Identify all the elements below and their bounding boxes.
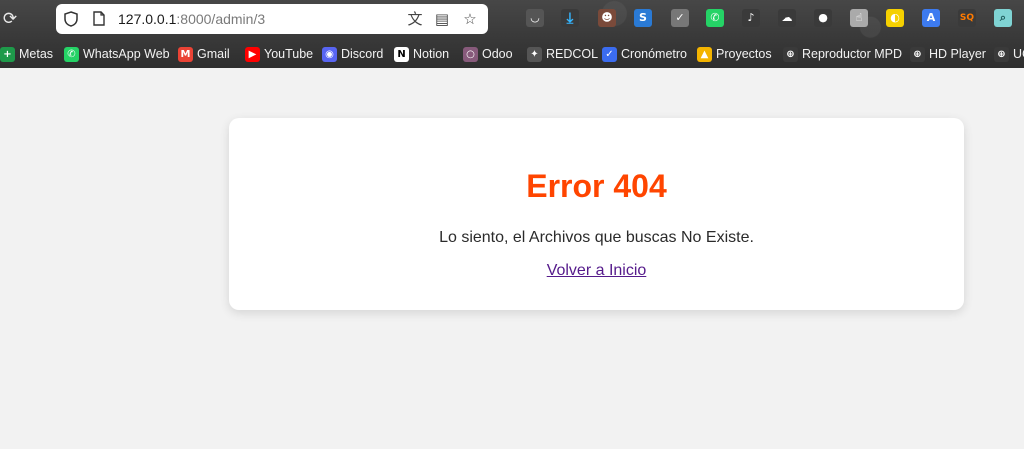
- gmail-icon: M: [178, 46, 193, 62]
- bookmark-label: Gmail: [197, 47, 230, 61]
- odoo-icon: ○: [463, 46, 478, 62]
- url-host: 127.0.0.1: [118, 11, 177, 27]
- redcol-icon: ✦: [527, 46, 542, 62]
- profile-icon[interactable]: ☻: [598, 9, 616, 27]
- youtube-icon: ▶: [245, 46, 260, 62]
- whatsapp-ext-icon[interactable]: ✆: [706, 9, 724, 27]
- error-title: Error 404: [526, 168, 667, 204]
- bookmark-label: Cronómetro: [621, 47, 687, 61]
- bookmark-label: Proyectos: [716, 47, 772, 61]
- globe-icon: ⊕: [910, 46, 925, 62]
- star-icon[interactable]: ☆: [461, 10, 479, 28]
- bookmark-label: Notion: [413, 47, 450, 61]
- globe-icon: ⊕: [994, 46, 1009, 62]
- reload-icon[interactable]: ⟳: [0, 9, 20, 29]
- download-icon[interactable]: ⤓: [561, 9, 579, 27]
- ball-icon[interactable]: ●: [814, 9, 832, 27]
- bookmark-label: WhatsApp Web: [83, 47, 170, 61]
- cronometro-icon: ✓: [602, 46, 617, 62]
- bookmark-item[interactable]: ⊕ HD Player: [910, 45, 986, 63]
- bookmark-label: REDCOL: [546, 47, 599, 61]
- bookmark-label: Reproductor MPD: [802, 47, 903, 61]
- whatsapp-icon: ✆: [64, 46, 79, 62]
- bookmark-item[interactable]: ▲ Proyectos: [697, 45, 772, 63]
- bookmark-item[interactable]: ✓ Cronómetro: [602, 45, 687, 63]
- url-path: :8000/admin/3: [176, 11, 266, 27]
- page-icon[interactable]: [93, 11, 105, 26]
- bookmark-label: UC: [1013, 47, 1024, 61]
- translate-ext-icon[interactable]: A: [922, 9, 940, 27]
- s-extension-icon[interactable]: S: [634, 9, 652, 27]
- browser-toolbar: ⟳ 127.0.0.1:8000/admin/3 文 ▤ ☆ ◡ ⤓ ☻ S ✓ ✆ ♪ ☁ ●…: [0, 0, 1024, 38]
- bookmark-item[interactable]: ⊕ Reproductor MPD: [783, 45, 902, 63]
- cloud-icon[interactable]: ☁: [778, 9, 796, 27]
- bookmark-item[interactable]: ✦ REDCOL: [527, 45, 598, 63]
- bookmark-label: Discord: [341, 47, 384, 61]
- bookmark-label: Metas: [19, 47, 54, 61]
- music-note-icon[interactable]: ♪: [742, 9, 760, 27]
- bookmark-item[interactable]: ○ Odoo: [463, 45, 513, 63]
- translate-icon[interactable]: 文: [406, 10, 424, 28]
- drive-icon: ▲: [697, 46, 712, 62]
- sq-icon[interactable]: SQ: [958, 9, 976, 27]
- bookmark-item[interactable]: ⊕ UC: [994, 45, 1024, 63]
- reader-icon[interactable]: ▤: [433, 10, 451, 28]
- pocket-icon[interactable]: ◡: [526, 9, 544, 27]
- bookmark-item[interactable]: ✆ WhatsApp Web: [64, 45, 170, 63]
- bulb-icon[interactable]: ◐: [886, 9, 904, 27]
- bookmark-item[interactable]: ◉ Discord: [322, 45, 383, 63]
- search-ext-icon[interactable]: ⌕: [994, 9, 1012, 27]
- bookmark-item[interactable]: M Gmail: [178, 45, 230, 63]
- adblock-shield-icon[interactable]: ✓: [671, 9, 689, 27]
- bookmark-item[interactable]: ▶ YouTube: [245, 45, 313, 63]
- bookmark-label: YouTube: [264, 47, 314, 61]
- discord-icon: ◉: [322, 46, 337, 62]
- url-text[interactable]: 127.0.0.1:8000/admin/3: [118, 11, 265, 27]
- notion-icon: N: [394, 46, 409, 62]
- bookmarks-bar: + Metas ✆ WhatsApp Web M Gmail ▶ YouTube ◉ Discor…: [0, 40, 1024, 68]
- bookmark-label: HD Player: [929, 47, 986, 61]
- bookmark-item[interactable]: N Notion: [394, 45, 449, 63]
- browser-chrome: ⟳ 127.0.0.1:8000/admin/3 文 ▤ ☆ ◡ ⤓ ☻ S ✓ ✆ ♪ ☁ ●…: [0, 0, 1024, 68]
- shield-icon[interactable]: [64, 11, 78, 27]
- metas-icon: +: [0, 46, 15, 62]
- bookmark-item[interactable]: + Metas: [0, 45, 53, 63]
- globe-icon: ⊕: [783, 46, 798, 62]
- error-card: Error 404 Lo siento, el Archivos que bus…: [229, 118, 964, 310]
- address-bar[interactable]: 127.0.0.1:8000/admin/3 文 ▤ ☆: [56, 4, 488, 34]
- bookmark-label: Odoo: [482, 47, 513, 61]
- touch-icon[interactable]: ☝: [850, 9, 868, 27]
- back-home-link[interactable]: Volver a Inicio: [229, 262, 964, 280]
- error-message: Lo siento, el Archivos que buscas No Exi…: [439, 229, 754, 246]
